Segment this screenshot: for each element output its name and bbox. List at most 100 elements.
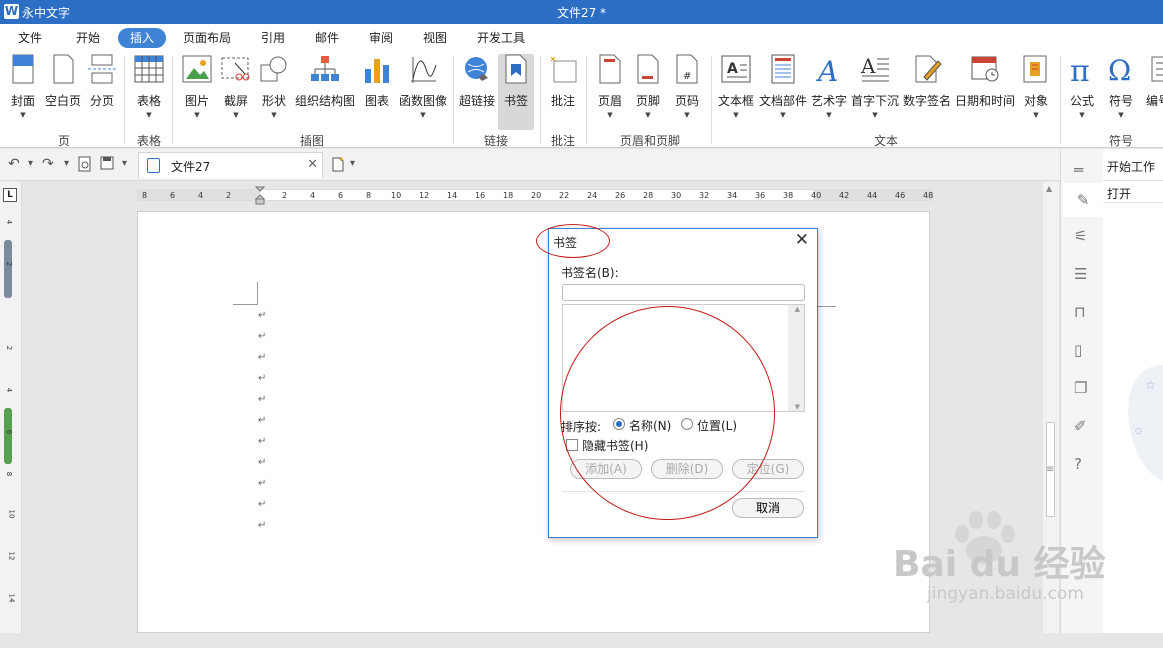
group-links: 链接: [483, 134, 508, 148]
header-button[interactable]: 页眉 ▼: [592, 54, 628, 119]
bookmark-button[interactable]: 书签: [498, 54, 534, 130]
bookmark-name-input[interactable]: [562, 284, 805, 301]
title-bar: W 永中文字 文件27 *: [0, 0, 1163, 24]
page-break-button[interactable]: 分页: [84, 54, 120, 109]
watermark-url: jingyan.baidu.com: [927, 584, 1084, 604]
task-pane-open-link[interactable]: 打开: [1107, 185, 1131, 202]
word-art-icon: A: [814, 54, 844, 84]
close-tab-icon[interactable]: ✕: [307, 157, 318, 172]
redo-icon[interactable]: ↷: [42, 156, 54, 172]
blank-page-button[interactable]: 空白页: [44, 54, 82, 109]
paragraph-mark: ↵: [258, 394, 267, 405]
header-icon: [595, 54, 625, 84]
quick-access-toolbar: ↶ ▾ ↷ ▾ ▾ 文件27 ✕ ▾: [0, 149, 1060, 181]
new-document-dropdown-icon[interactable]: ▾: [350, 158, 355, 169]
function-graph-button[interactable]: 函数图像 ▼: [398, 54, 448, 119]
doc-parts-button[interactable]: 文档部件 ▼: [758, 54, 808, 119]
list-scroll-up-icon[interactable]: ▲: [795, 305, 800, 313]
page-number-button[interactable]: # 页码 ▼: [668, 54, 706, 119]
group-text: 文本: [873, 134, 898, 148]
symbol-icon: Ω: [1106, 54, 1136, 84]
hyperlink-button[interactable]: 超链接: [458, 54, 496, 109]
sidebar-collapse-icon[interactable]: ═: [1074, 161, 1083, 179]
org-chart-icon: [310, 54, 340, 84]
cancel-button[interactable]: 取消: [732, 498, 804, 518]
menu-bar: 文件 开始 插入 页面布局 引用 邮件 审阅 视图 开发工具: [0, 24, 1163, 50]
menu-home[interactable]: 开始: [68, 28, 108, 48]
redo-dropdown-icon[interactable]: ▾: [64, 158, 69, 169]
paragraph-mark: ↵: [258, 499, 267, 510]
svg-text:π: π: [1070, 54, 1090, 84]
text-box-button[interactable]: A 文本框 ▼: [716, 54, 756, 119]
menu-insert[interactable]: 插入: [118, 28, 166, 48]
group-comments: 批注: [550, 134, 575, 148]
table-button[interactable]: 表格 ▼: [130, 54, 168, 119]
comment-button[interactable]: 批注: [544, 54, 582, 109]
menu-view[interactable]: 视图: [415, 28, 455, 48]
object-icon: [1021, 54, 1051, 84]
cover-button[interactable]: 封面 ▼: [4, 54, 42, 119]
clipboard-icon[interactable]: ▯: [1074, 341, 1082, 359]
date-time-icon: [970, 54, 1000, 84]
menu-page-layout[interactable]: 页面布局: [176, 28, 238, 48]
list-scrollbar[interactable]: [788, 305, 804, 411]
horizontal-ruler: 8 6 4 2 2 4 6 8 10 12 14 16 18 20 22 24 …: [137, 186, 933, 205]
menu-mailings[interactable]: 邮件: [307, 28, 347, 48]
undo-icon[interactable]: ↶: [8, 156, 20, 172]
paragraph-mark: ↵: [258, 331, 267, 342]
paragraph-mark: ↵: [258, 520, 267, 531]
menu-references[interactable]: 引用: [253, 28, 293, 48]
list-scroll-down-icon[interactable]: ▼: [795, 403, 800, 411]
org-chart-button[interactable]: 组织结构图: [294, 54, 356, 109]
scroll-up-icon[interactable]: ▲: [1046, 184, 1052, 193]
comment-icon: [548, 54, 578, 84]
copy-icon[interactable]: ❐: [1074, 379, 1087, 397]
date-time-button[interactable]: 日期和时间: [954, 54, 1016, 109]
edit-icon[interactable]: ✐: [1074, 417, 1087, 435]
task-pane: 开始工作 打开 ☆ ○: [1103, 149, 1163, 633]
shape-button[interactable]: 形状 ▼: [256, 54, 292, 119]
group-header-footer: 页眉和页脚: [619, 134, 680, 148]
footer-icon: [633, 54, 663, 84]
print-preview-icon[interactable]: [78, 156, 92, 176]
menu-review[interactable]: 审阅: [361, 28, 401, 48]
symbol-button[interactable]: Ω 符号 ▼: [1103, 54, 1139, 119]
lock-icon[interactable]: ⊓: [1074, 303, 1086, 321]
chart-button[interactable]: 图表: [360, 54, 394, 109]
document-tab-name: 文件27: [171, 160, 211, 174]
formula-button[interactable]: π 公式 ▼: [1064, 54, 1100, 119]
picture-icon: [182, 54, 212, 84]
object-button[interactable]: 对象 ▼: [1018, 54, 1054, 119]
close-icon[interactable]: ✕: [795, 230, 809, 250]
help-icon[interactable]: ?: [1074, 455, 1082, 473]
picture-button[interactable]: 图片 ▼: [178, 54, 216, 119]
numbering-button[interactable]: 编号: [1142, 54, 1163, 109]
structure-icon[interactable]: ☰: [1074, 265, 1087, 283]
footer-button[interactable]: 页脚 ▼: [630, 54, 666, 119]
svg-text:○: ○: [1135, 426, 1142, 435]
save-icon[interactable]: [100, 156, 114, 174]
customize-toolbar-icon[interactable]: ▾: [122, 158, 127, 169]
paragraph-mark: ↵: [258, 436, 267, 447]
svg-text:☆: ☆: [1145, 378, 1156, 392]
settings-sliders-icon[interactable]: ⚟: [1074, 227, 1087, 245]
numbering-icon: [1142, 54, 1163, 84]
page-number-icon: #: [672, 54, 702, 84]
menu-developer[interactable]: 开发工具: [470, 28, 532, 48]
annotation-circle-list: [560, 306, 775, 520]
document-tab[interactable]: 文件27 ✕: [138, 152, 323, 178]
menu-file[interactable]: 文件: [10, 28, 50, 48]
group-table: 表格: [136, 134, 161, 148]
drop-cap-button[interactable]: A 首字下沉 ▼: [850, 54, 900, 119]
word-art-button[interactable]: A 艺术字 ▼: [810, 54, 848, 119]
signature-button[interactable]: 数字签名: [902, 54, 952, 109]
tab-stop-selector[interactable]: L: [3, 188, 17, 202]
screenshot-button[interactable]: 截屏 ▼: [218, 54, 254, 119]
svg-text:A: A: [727, 61, 738, 77]
pen-icon[interactable]: ✎: [1063, 183, 1103, 217]
new-document-icon[interactable]: [331, 156, 345, 176]
shape-icon: [259, 54, 289, 84]
indent-marker-icon[interactable]: [255, 186, 265, 206]
paragraph-mark: ↵: [258, 457, 267, 468]
undo-dropdown-icon[interactable]: ▾: [28, 158, 33, 169]
